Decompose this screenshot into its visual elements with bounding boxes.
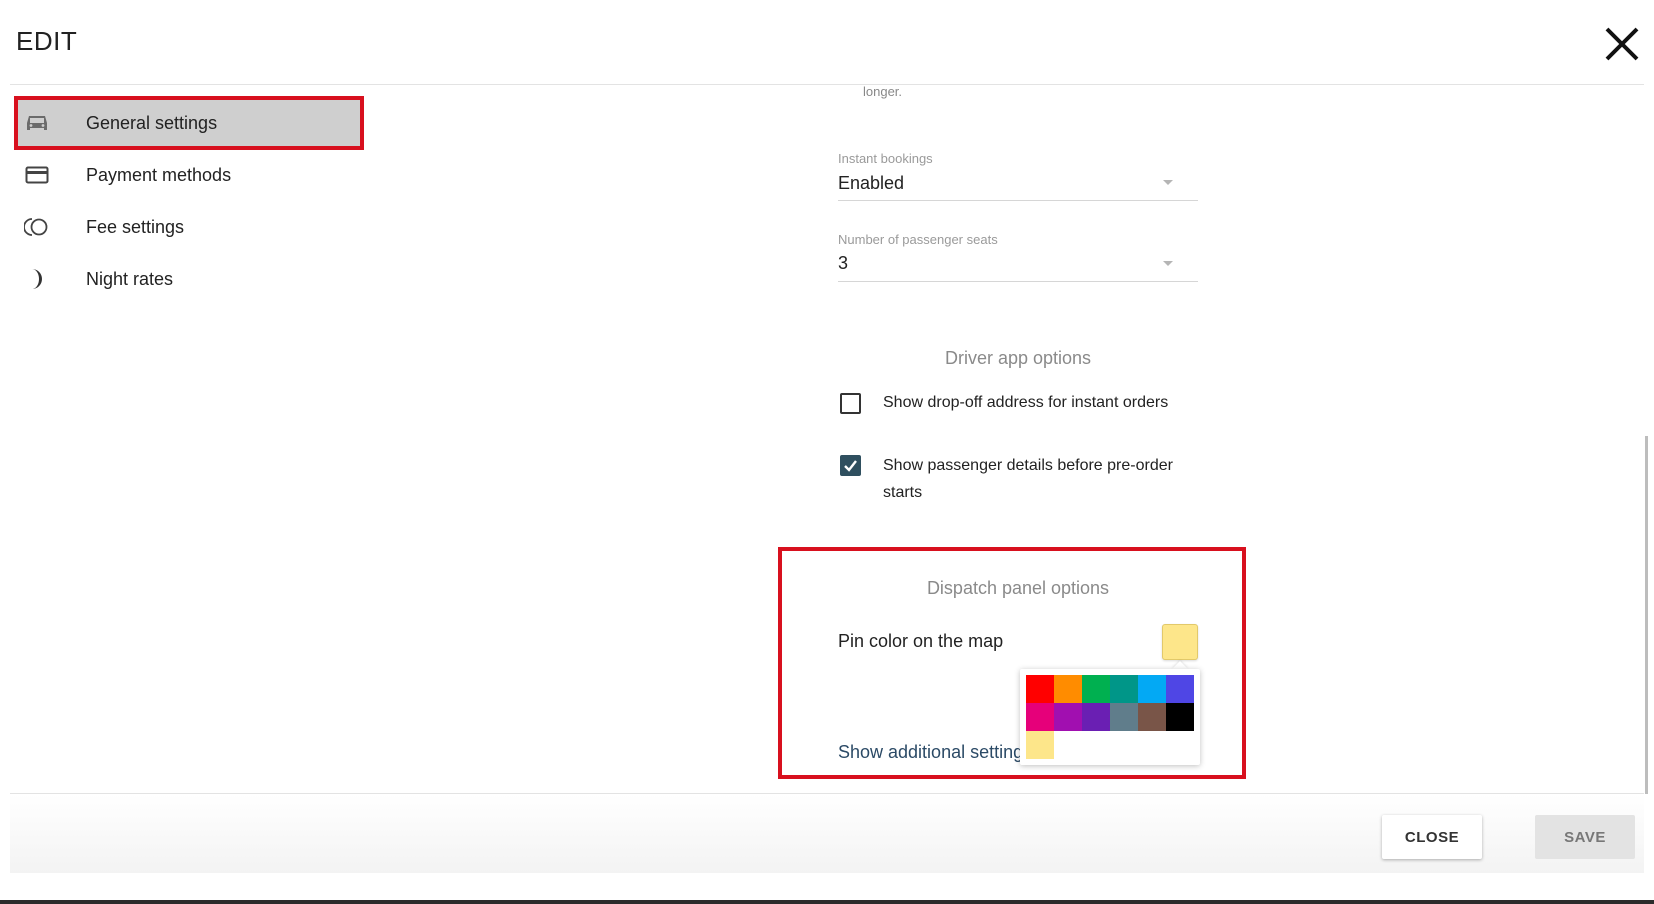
sidebar-item-label: General settings [86,112,218,133]
sidebar-item-label: Fee settings [86,216,185,237]
dialog-title: EDIT [16,26,78,56]
sidebar-item-label: Payment methods [86,164,232,185]
instant-bookings-select[interactable]: Enabled [838,173,904,194]
dispatch-panel-options-title: Dispatch panel options [926,578,1110,598]
color-swatch[interactable] [1110,703,1138,731]
color-swatch[interactable] [1166,703,1194,731]
color-swatch[interactable] [1026,675,1054,703]
dropoff-address-label: Show drop-off address for instant orders [883,394,1169,411]
credit-card-icon [24,162,50,188]
color-swatch[interactable] [1082,675,1110,703]
bottom-bar [0,900,1654,904]
color-swatch[interactable] [1138,675,1166,703]
pin-color-swatch[interactable] [1162,624,1198,660]
passenger-seats-select[interactable]: 3 [838,253,848,274]
show-additional-settings-link[interactable]: Show additional settings [838,742,1032,763]
sidebar-item-night-rates[interactable]: Night rates [14,254,364,304]
sidebar-item-general-settings[interactable]: General settings [14,96,364,150]
color-swatch[interactable] [1054,675,1082,703]
sidebar-item-label: Night rates [86,268,174,289]
check-icon [844,460,857,472]
pin-color-label: Pin color on the map [838,631,1004,651]
fee-icon [24,214,50,240]
save-button[interactable]: SAVE [1535,815,1635,859]
palette-notch [1172,661,1188,669]
passenger-seats-label: Number of passenger seats [838,232,998,247]
color-swatch[interactable] [1026,731,1054,759]
passenger-details-label: Show passenger details before pre-order … [883,457,1173,501]
color-swatch[interactable] [1026,703,1054,731]
color-swatch[interactable] [1082,703,1110,731]
close-icon[interactable] [1600,22,1644,66]
color-swatch[interactable] [1166,675,1194,703]
color-swatch[interactable] [1138,703,1166,731]
instant-bookings-underline [838,200,1198,201]
chevron-down-icon[interactable] [1163,180,1173,185]
car-icon [24,110,50,136]
header-divider [10,84,1644,85]
chevron-down-icon[interactable] [1163,261,1173,266]
scrollbar[interactable] [1645,436,1648,794]
passenger-seats-underline [838,281,1198,282]
close-button[interactable]: CLOSE [1382,815,1482,859]
color-palette-grid [1026,675,1194,759]
sidebar-item-fee-settings[interactable]: Fee settings [14,202,364,252]
dropoff-address-checkbox[interactable] [840,393,861,414]
passenger-details-checkbox[interactable] [840,455,861,476]
moon-icon [24,266,50,292]
color-swatch[interactable] [1110,675,1138,703]
color-palette-popup [1020,669,1200,765]
instant-bookings-label: Instant bookings [838,151,933,166]
helper-text: longer. [863,84,903,99]
driver-app-options-title: Driver app options [944,348,1092,368]
sidebar-item-payment-methods[interactable]: Payment methods [14,150,364,200]
color-swatch[interactable] [1054,703,1082,731]
